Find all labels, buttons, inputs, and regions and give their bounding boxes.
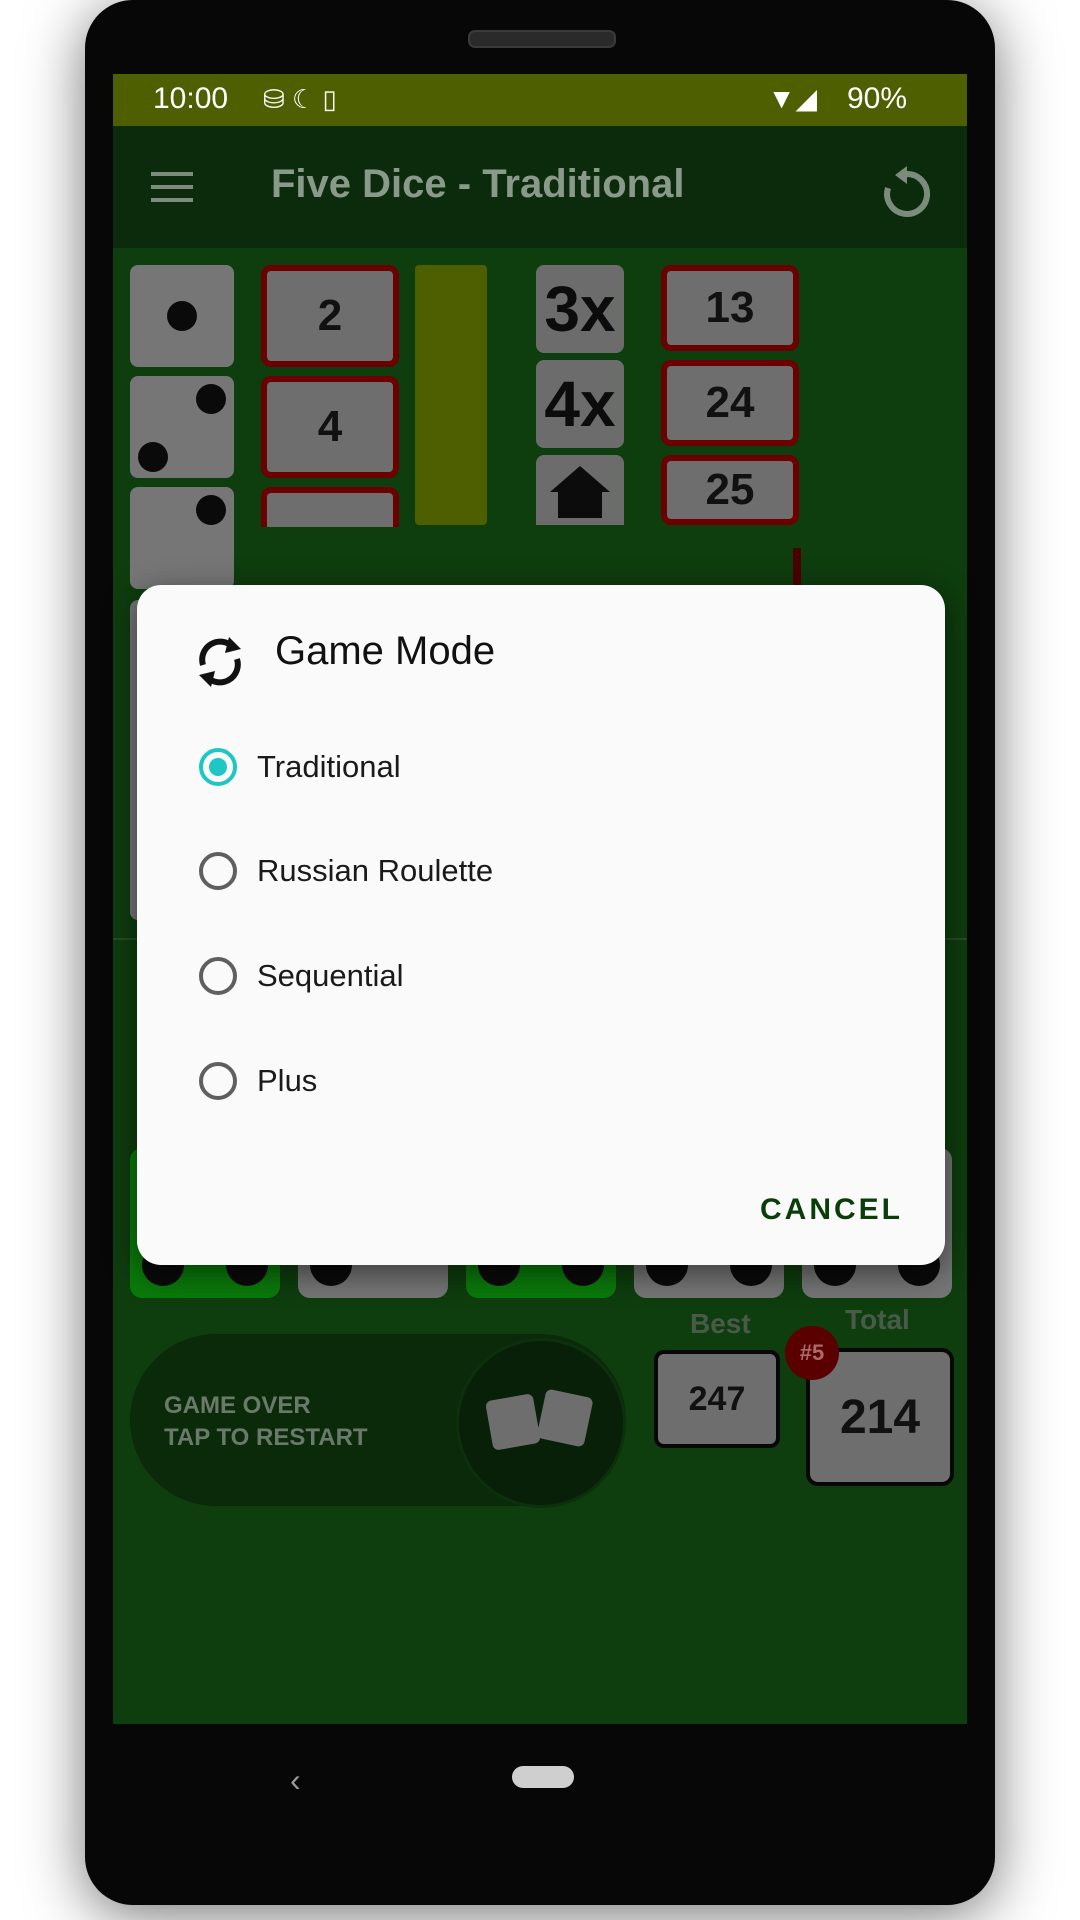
option-label: Russian Roulette (257, 853, 494, 888)
score-box-threes[interactable] (261, 487, 399, 527)
best-score-box: 247 (654, 1350, 780, 1448)
radio-unselected-icon[interactable] (199, 957, 237, 995)
house-icon (550, 466, 610, 518)
bonus-progress-bar (415, 265, 487, 525)
total-label: Total (845, 1304, 910, 1335)
game-mode-dialog: Game Mode Traditional Russian Roulette S… (137, 585, 945, 1265)
option-traditional[interactable]: Traditional (199, 727, 899, 807)
notification-icons: ⛁ ☾ ▯ (263, 84, 337, 114)
score-box-twos[interactable]: 4 (261, 376, 399, 478)
score-box-four-of-a-kind[interactable]: 24 (661, 360, 799, 446)
combo-full-house (536, 455, 624, 525)
option-russian-roulette[interactable]: Russian Roulette (199, 831, 899, 911)
combo-three-of-a-kind: 3x (536, 265, 624, 353)
score-box-ones[interactable]: 2 (261, 265, 399, 367)
battery-level: 90% (846, 82, 907, 115)
wifi-signal-icon: ▼◢ (767, 83, 817, 114)
option-plus[interactable]: Plus (199, 1041, 899, 1121)
score-box-three-of-a-kind[interactable]: 13 (661, 265, 799, 351)
combo-four-of-a-kind: 4x (536, 360, 624, 448)
radio-unselected-icon[interactable] (199, 1062, 237, 1100)
app-title: Five Dice - Traditional (271, 162, 685, 206)
game-status-line-1: GAME OVER (164, 1392, 311, 1419)
score-box-full-house[interactable]: 25 (661, 455, 799, 525)
rank-badge: #5 (785, 1326, 839, 1380)
option-label: Sequential (257, 958, 404, 993)
roll-dice-icon (456, 1338, 626, 1508)
restart-icon[interactable] (879, 166, 935, 222)
game-status-line-2: TAP TO RESTART (164, 1424, 368, 1451)
menu-icon[interactable] (151, 172, 193, 202)
roll-button[interactable]: GAME OVER TAP TO RESTART (130, 1334, 626, 1508)
refresh-icon (199, 637, 241, 687)
die-face-three (130, 487, 234, 589)
dialog-title: Game Mode (275, 629, 496, 673)
radio-unselected-icon[interactable] (199, 852, 237, 890)
status-bar: 10:00 ⛁ ☾ ▯ ▼◢ 90% (113, 74, 967, 126)
option-label: Traditional (257, 749, 401, 784)
best-label: Best (690, 1308, 751, 1339)
die-face-two (130, 376, 234, 478)
nav-back-icon[interactable]: ‹ (290, 1762, 301, 1799)
radio-selected-icon[interactable] (199, 748, 237, 786)
phone-speaker (468, 30, 616, 48)
option-label: Plus (257, 1063, 318, 1098)
status-time: 10:00 (153, 82, 229, 115)
cancel-button[interactable]: CANCEL (760, 1193, 903, 1227)
die-face-one (130, 265, 234, 367)
option-sequential[interactable]: Sequential (199, 936, 899, 1016)
nav-home-button[interactable] (512, 1766, 574, 1788)
app-bar: Five Dice - Traditional (113, 126, 967, 248)
